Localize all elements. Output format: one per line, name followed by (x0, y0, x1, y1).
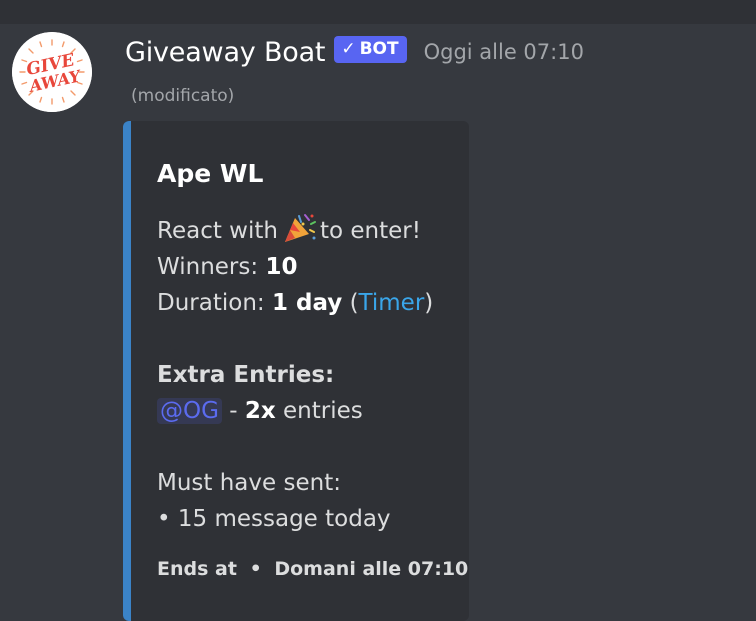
paren-open: ( (349, 290, 359, 316)
avatar[interactable]: GIVE AWAY (12, 32, 92, 112)
bot-badge-label: BOT (359, 39, 399, 59)
message-header: Giveaway Boat ✓ BOT Oggi alle 07:10 (125, 32, 584, 72)
timer-link[interactable]: Timer (359, 290, 425, 316)
paren-close: ) (424, 290, 434, 316)
username[interactable]: Giveaway Boat (125, 37, 326, 68)
winners-value: 10 (265, 254, 298, 280)
winners-label: Winners: (157, 254, 259, 280)
extra-separator: - (229, 398, 238, 424)
extra-multiplier: 2x (244, 398, 276, 424)
winners-line: Winners: 10 (157, 249, 297, 285)
bot-badge: ✓ BOT (334, 35, 407, 63)
top-bar (0, 0, 756, 24)
chat-message: GIVE AWAY Giveaway Boat ✓ BOT Oggi alle … (0, 24, 756, 621)
edited-label[interactable]: (modificato) (131, 86, 234, 106)
giveaway-embed: Ape WL React with to enter! Winners: 10 … (123, 121, 469, 621)
embed-accent-bar (123, 121, 131, 621)
checkmark-icon: ✓ (341, 39, 356, 59)
extra-entries-line: @OG - 2x entries (157, 393, 363, 429)
react-prefix: React with (157, 218, 278, 244)
embed-footer: Ends at • Domani alle 07:10 (157, 551, 468, 587)
message-timestamp[interactable]: Oggi alle 07:10 (424, 40, 584, 64)
footer-separator: • (249, 558, 262, 580)
role-mention-og[interactable]: @OG (157, 398, 222, 424)
requirement-text: • 15 message today (157, 506, 391, 532)
footer-label: Ends at (157, 558, 237, 580)
giveaway-logo-icon: GIVE AWAY (12, 32, 92, 112)
requirements-heading: Must have sent: (157, 465, 341, 501)
embed-title: Ape WL (157, 159, 264, 188)
react-suffix: to enter! (319, 218, 421, 244)
extra-entries-label: Extra Entries: (157, 362, 335, 388)
must-have-label: Must have sent: (157, 470, 341, 496)
footer-time[interactable]: Domani alle 07:10 (274, 558, 468, 580)
duration-value: 1 day (271, 290, 343, 316)
extra-suffix: entries (283, 398, 363, 424)
duration-line: Duration: 1 day (Timer) (157, 285, 433, 321)
duration-label: Duration: (157, 290, 265, 316)
requirement-item: • 15 message today (157, 501, 391, 537)
extra-entries-heading: Extra Entries: (157, 357, 334, 393)
